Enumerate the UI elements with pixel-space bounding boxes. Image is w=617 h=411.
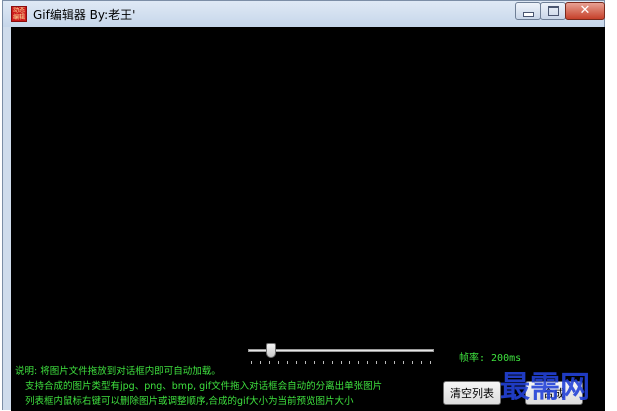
- slider-tick: [385, 361, 386, 364]
- window-title: Gif编辑器 By:老王': [33, 8, 136, 22]
- slider-tick: [403, 361, 404, 364]
- app-window: 动态编辑 Gif编辑器 By:老王' ✕ 帧率: 200ms 说明: 将图片文件…: [2, 0, 605, 411]
- watermark-logo: 最需网: [500, 370, 590, 405]
- preview-area[interactable]: 帧率: 200ms 说明: 将图片文件拖放到对话框内即可自动加载。 支持合成的图…: [11, 27, 605, 411]
- slider-thumb[interactable]: [266, 343, 276, 358]
- instructions-line-1: 说明: 将图片文件拖放到对话框内即可自动加载。: [15, 366, 221, 377]
- app-icon: 动态编辑: [11, 6, 27, 22]
- instructions-line-3: 列表框内鼠标右键可以删除图片或调整顺序,合成的gif大小为当前预览图片大小: [25, 396, 354, 407]
- close-icon: ✕: [579, 3, 591, 18]
- instructions-text: 说明: 将图片文件拖放到对话框内即可自动加载。 支持合成的图片类型有jpg、pn…: [15, 364, 382, 409]
- maximize-button[interactable]: [540, 2, 566, 20]
- minimize-icon: [522, 11, 534, 17]
- instructions-line-2: 支持合成的图片类型有jpg、png、bmp, gif文件拖入对话框会自动的分离出…: [25, 381, 383, 392]
- title-bar[interactable]: 动态编辑 Gif编辑器 By:老王' ✕: [3, 1, 605, 27]
- maximize-icon: [547, 6, 559, 16]
- close-button[interactable]: ✕: [565, 2, 605, 20]
- slider-tick: [421, 361, 422, 364]
- minimize-button[interactable]: [515, 2, 541, 20]
- clear-list-button[interactable]: 清空列表: [443, 381, 501, 405]
- slider-tick: [430, 361, 431, 364]
- slider-tick: [394, 361, 395, 364]
- slider-tick: [412, 361, 413, 364]
